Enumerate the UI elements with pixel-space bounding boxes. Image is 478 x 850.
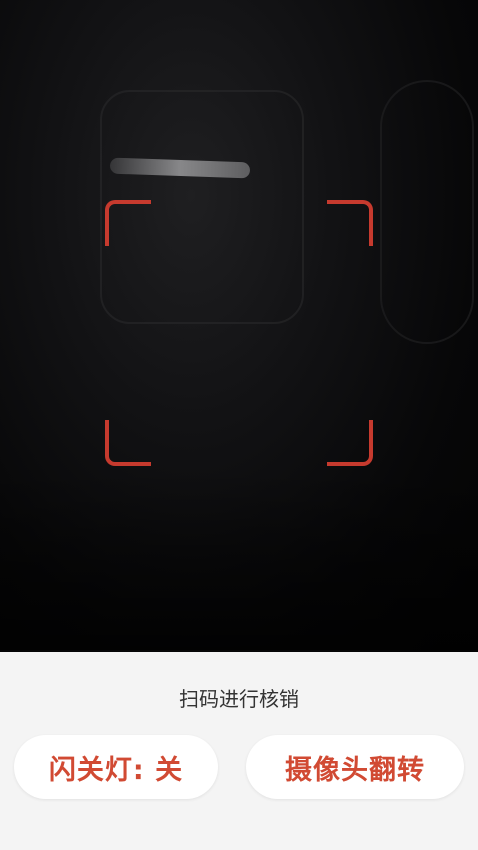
preview-shape [380,80,474,344]
camera-preview [0,0,478,652]
scan-frame-corner-bottom-left [105,420,151,466]
scan-frame-corner-top-right [327,200,373,246]
scan-screen: 扫码进行核销 闪关灯: 关 摄像头翻转 [0,0,478,850]
preview-shadow [0,470,478,650]
scan-hint-text: 扫码进行核销 [179,687,299,711]
scan-frame-corner-top-left [105,200,151,246]
flashlight-toggle-button[interactable]: 闪关灯: 关 [14,735,218,799]
scan-frame-corner-bottom-right [327,420,373,466]
scan-frame [105,200,373,466]
flip-camera-button[interactable]: 摄像头翻转 [246,735,464,799]
